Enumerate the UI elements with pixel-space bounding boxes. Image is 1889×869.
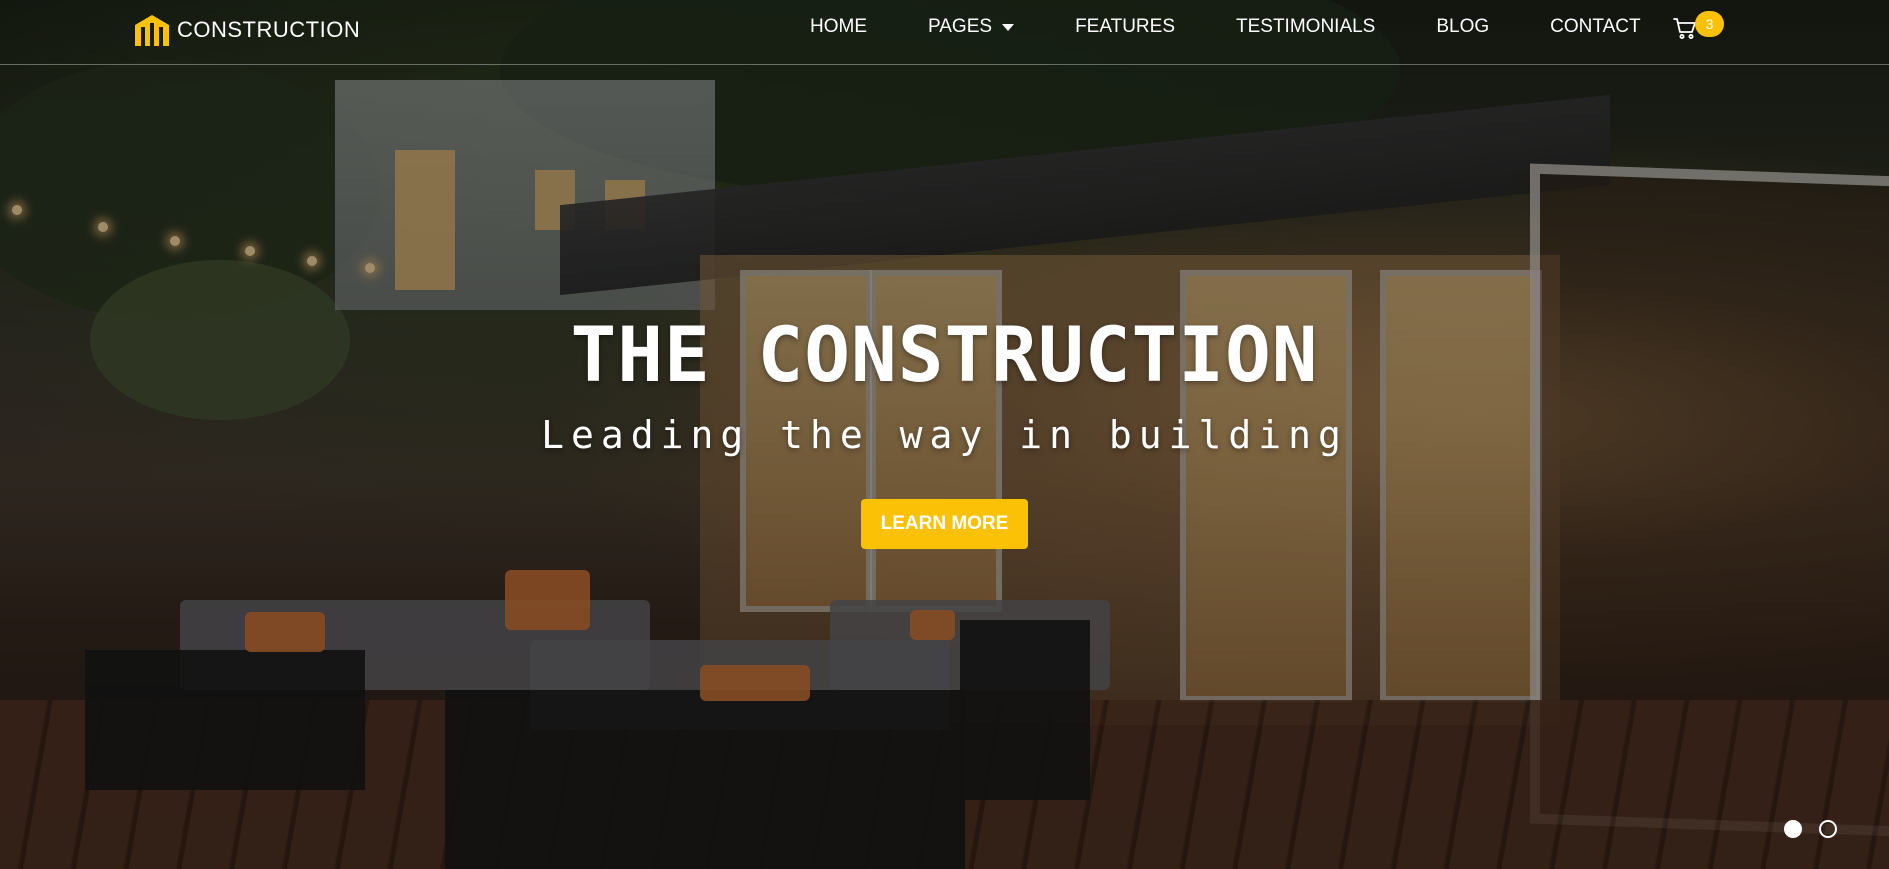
nav-link-blog[interactable]: BLOG: [1436, 16, 1489, 38]
building-columns-icon: [135, 15, 169, 46]
carousel-dot-1[interactable]: [1784, 820, 1802, 838]
carousel-indicators: [1784, 820, 1837, 838]
hero-title: THE CONSTRUCTION: [570, 310, 1319, 399]
nav-link-home[interactable]: HOME: [810, 16, 867, 38]
nav-link-testimonials[interactable]: TESTIMONIALS: [1236, 16, 1375, 38]
hero-content: THE CONSTRUCTION Leading the way in buil…: [0, 310, 1889, 549]
chevron-down-icon: [1002, 23, 1015, 31]
brand-logo-link[interactable]: CONSTRUCTION: [133, 12, 360, 48]
nav-link-features[interactable]: FEATURES: [1075, 16, 1175, 38]
brand-name: CONSTRUCTION: [177, 17, 361, 42]
carousel-dot-2[interactable]: [1819, 820, 1837, 838]
nav-link-pages-label: PAGES: [928, 16, 993, 37]
cart-count-badge: 3: [1695, 11, 1724, 37]
main-nav: HOME PAGES FEATURES TESTIMONIALS BLOG CO…: [810, 16, 1702, 38]
top-navbar: CONSTRUCTION HOME PAGES FEATURES TESTIMO…: [0, 0, 1889, 65]
hero-subtitle: Leading the way in building: [541, 413, 1348, 457]
cart-icon: [1673, 18, 1696, 39]
nav-link-pages[interactable]: PAGES: [928, 16, 1015, 38]
learn-more-button[interactable]: LEARN MORE: [860, 499, 1029, 549]
nav-link-contact[interactable]: CONTACT: [1550, 16, 1640, 38]
hero-section: CONSTRUCTION HOME PAGES FEATURES TESTIMO…: [0, 0, 1889, 869]
